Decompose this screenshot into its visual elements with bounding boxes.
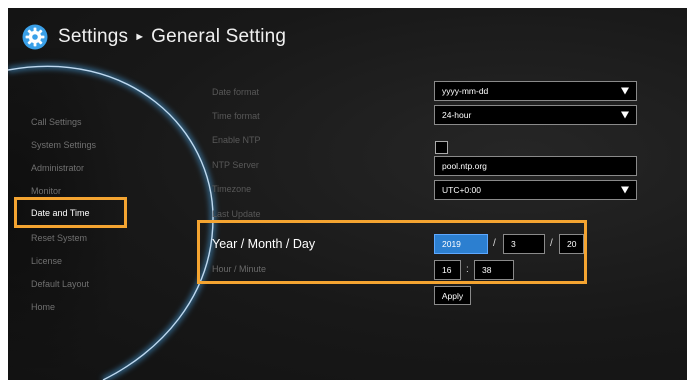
sidebar-item-call-settings[interactable]: Call Settings [31, 117, 82, 127]
enable-ntp-label: Enable NTP [212, 135, 261, 145]
timezone-label: Timezone [212, 184, 252, 194]
time-format-label: Time format [212, 111, 260, 121]
time-format-select[interactable]: 24-hour [434, 105, 637, 125]
ntp-server-input[interactable]: pool.ntp.org [434, 156, 637, 176]
timezone-value: UTC+0:00 [442, 185, 481, 195]
breadcrumb-separator-icon: ► [134, 31, 146, 43]
enable-ntp-checkbox[interactable] [435, 141, 448, 154]
date-format-value: yyyy-mm-dd [442, 86, 489, 96]
sidebar-item-default-layout[interactable]: Default Layout [31, 279, 89, 289]
dropdown-arrow-icon [621, 87, 629, 95]
sidebar-item-monitor[interactable]: Monitor [31, 186, 61, 196]
sidebar-item-reset-system[interactable]: Reset System [31, 233, 87, 243]
sidebar-item-system-settings[interactable]: System Settings [31, 140, 96, 150]
time-format-value: 24-hour [442, 110, 472, 120]
sidebar-item-license[interactable]: License [31, 256, 62, 266]
ntp-server-label: NTP Server [212, 160, 259, 170]
dropdown-arrow-icon [621, 186, 629, 194]
sidebar-item-administrator[interactable]: Administrator [31, 163, 84, 173]
page-header: Settings ► General Setting [22, 22, 286, 52]
dropdown-arrow-icon [621, 111, 629, 119]
last-update-label: Last Update [212, 209, 261, 219]
ntp-server-value: pool.ntp.org [442, 161, 487, 171]
page-subtitle: General Setting [151, 26, 287, 47]
timezone-select[interactable]: UTC+0:00 [434, 180, 637, 200]
sidebar-selection-highlight [14, 197, 127, 228]
apply-button[interactable]: Apply [434, 286, 471, 305]
date-time-focus-highlight [197, 220, 587, 284]
gear-icon [22, 24, 48, 50]
page-title: Settings [58, 26, 129, 47]
sidebar-item-home[interactable]: Home [31, 302, 55, 312]
date-format-select[interactable]: yyyy-mm-dd [434, 81, 637, 101]
date-format-label: Date format [212, 87, 260, 97]
settings-screen: Settings ► General Setting Call Settings… [8, 8, 687, 380]
